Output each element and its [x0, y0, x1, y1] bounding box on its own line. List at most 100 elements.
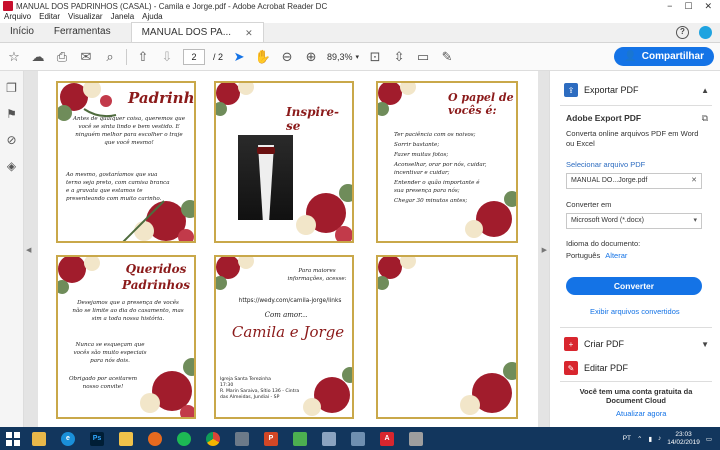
page-thumbnails-icon[interactable]: ❐	[5, 81, 19, 95]
create-pdf-section[interactable]: + Criar PDF ▼	[550, 335, 720, 353]
bookmark-star-icon[interactable]: ☆	[6, 49, 22, 65]
card-papel: O papel de vocês é: Ter paciência com os…	[376, 81, 518, 243]
spotify-icon[interactable]	[171, 427, 197, 450]
next-page-icon[interactable]: ⇩	[159, 49, 175, 65]
print-icon[interactable]: ⎙	[54, 49, 70, 65]
volume-icon[interactable]: ♪	[658, 435, 661, 442]
document-viewer[interactable]: ◀ ▶ Padrinho Antes de qualquer coisa, qu…	[24, 71, 549, 427]
flower-decoration-icon	[216, 257, 254, 290]
doc-language-value: Português	[566, 251, 601, 260]
notifications-icon[interactable]: ▭	[706, 435, 712, 443]
firefox-icon[interactable]	[142, 427, 168, 450]
clock[interactable]: 23:03 14/02/2019	[667, 431, 700, 447]
chrome-icon[interactable]	[200, 427, 226, 450]
language-indicator[interactable]: PT	[623, 435, 631, 442]
maximize-button[interactable]: ☐	[684, 1, 692, 12]
tab-document-label: MANUAL DOS PA...	[141, 26, 232, 38]
collapse-left-icon[interactable]: ◀	[26, 246, 31, 254]
email-icon[interactable]: ✉	[78, 49, 94, 65]
change-language-link[interactable]: Alterar	[605, 251, 627, 260]
card-info: Para maiores informações, acesse: https:…	[214, 255, 354, 419]
tab-document[interactable]: MANUAL DOS PA... ✕	[130, 22, 264, 43]
doc-language-label: Idioma do documento:	[566, 239, 641, 248]
shirt-shape	[258, 145, 274, 220]
app-gallery-icon[interactable]	[345, 427, 371, 450]
create-pdf-label: Criar PDF	[584, 339, 624, 349]
tab-bar: Início Ferramentas MANUAL DOS PA... ✕ ?	[0, 22, 720, 43]
groom-suit-photo	[238, 135, 293, 220]
zoom-value: 89,3%	[327, 51, 353, 62]
pdf-page: Padrinho Antes de qualquer coisa, querem…	[38, 71, 538, 427]
search-icon[interactable]: ⌕	[102, 49, 118, 65]
scroll-mode-icon[interactable]: ⇳	[391, 49, 407, 65]
zoom-select[interactable]: 89,3% ▾	[327, 52, 359, 62]
create-pdf-icon: +	[564, 337, 578, 351]
flower-decoration-icon	[378, 257, 416, 290]
clear-file-icon[interactable]: ✕	[691, 174, 697, 188]
close-button[interactable]: ✕	[704, 1, 712, 12]
network-icon[interactable]: ▮	[648, 435, 652, 443]
windows-start-icon[interactable]	[0, 427, 26, 450]
edit-pdf-section[interactable]: ✎ Editar PDF	[550, 359, 720, 377]
page-total: / 2	[213, 51, 224, 62]
file-explorer-icon[interactable]	[26, 427, 52, 450]
app-window-icon[interactable]	[316, 427, 342, 450]
tray-expand-icon[interactable]: ⌃	[637, 435, 642, 443]
convert-format-value: Microsoft Word (*.docx)	[571, 217, 644, 224]
tab-close-icon[interactable]: ✕	[245, 23, 253, 43]
panel-divider	[560, 327, 712, 328]
tab-tools[interactable]: Ferramentas	[44, 22, 121, 42]
app-paint-icon[interactable]	[229, 427, 255, 450]
help-icon[interactable]: ?	[676, 25, 689, 39]
share-button[interactable]: 👤 Compartilhar	[614, 47, 714, 66]
photoshop-icon[interactable]: Ps	[84, 427, 110, 450]
card-inspire: Inspire-se	[214, 81, 354, 243]
app-grey-icon[interactable]	[403, 427, 429, 450]
powerpoint-icon[interactable]: P	[258, 427, 284, 450]
comment-icon[interactable]: ▭	[415, 49, 431, 65]
panel-options-icon[interactable]: ⧉	[702, 113, 708, 124]
sign-pen-icon[interactable]: ✎	[439, 49, 455, 65]
folder-icon[interactable]	[113, 427, 139, 450]
page-number-input[interactable]: 2	[183, 48, 205, 65]
bookmarks-icon[interactable]: ⚑	[5, 107, 19, 121]
tab-home[interactable]: Início	[0, 22, 44, 42]
clock-date: 14/02/2019	[667, 438, 700, 446]
view-converted-link[interactable]: Exibir arquivos convertidos	[590, 307, 680, 316]
chevron-up-icon: ▲	[701, 85, 709, 95]
panel-divider	[560, 381, 712, 382]
internet-explorer-icon[interactable]: e	[55, 427, 81, 450]
convert-format-select[interactable]: Microsoft Word (*.docx) ▾	[566, 213, 702, 229]
select-cursor-icon[interactable]: ➤	[231, 49, 247, 65]
zoom-out-icon[interactable]: ⊖	[279, 49, 295, 65]
left-navigation-rail: ❐ ⚑ ⊘ ◈	[0, 71, 24, 427]
doc-language-row: Português Alterar	[566, 251, 627, 260]
upload-cloud-icon[interactable]: ☁	[30, 49, 46, 65]
upgrade-now-link[interactable]: Atualizar agora	[616, 409, 666, 418]
export-pdf-icon: ⇪	[564, 83, 578, 97]
card-info-addr4: das Almeidas, Jundiaí - SP	[220, 395, 280, 400]
share-button-label: Compartilhar	[641, 51, 704, 62]
window-title: MANUAL DOS PADRINHOS (CASAL) - Camila e …	[16, 1, 328, 11]
convert-button[interactable]: Converter	[566, 277, 702, 295]
fit-page-icon[interactable]: ⊡	[367, 49, 383, 65]
attachments-icon[interactable]: ⊘	[5, 133, 19, 147]
toolbar-divider	[126, 48, 127, 65]
zoom-in-icon[interactable]: ⊕	[303, 49, 319, 65]
flower-decoration-icon	[465, 191, 516, 238]
flower-decoration-icon	[58, 257, 100, 294]
hand-tool-icon[interactable]: ✋	[255, 49, 271, 65]
app-green-icon[interactable]	[287, 427, 313, 450]
export-pdf-section-header[interactable]: ⇪ Exportar PDF ▲	[550, 81, 720, 99]
selected-file-field[interactable]: MANUAL DO...Jorge.pdf ✕	[566, 173, 702, 189]
card-info-url[interactable]: https://wedy.com/camila-jorge/links	[230, 297, 350, 305]
minimize-button[interactable]: −	[667, 1, 672, 12]
layers-icon[interactable]: ◈	[5, 159, 19, 173]
acrobat-taskbar-icon[interactable]: A	[374, 427, 400, 450]
export-pdf-label: Exportar PDF	[584, 85, 639, 95]
collapse-right-icon[interactable]: ▶	[542, 246, 547, 254]
chevron-down-icon: ▾	[355, 53, 360, 61]
avatar[interactable]	[699, 25, 712, 39]
card-papel-item-1: Ter paciência com os noivos;	[394, 132, 476, 138]
prev-page-icon[interactable]: ⇧	[135, 49, 151, 65]
